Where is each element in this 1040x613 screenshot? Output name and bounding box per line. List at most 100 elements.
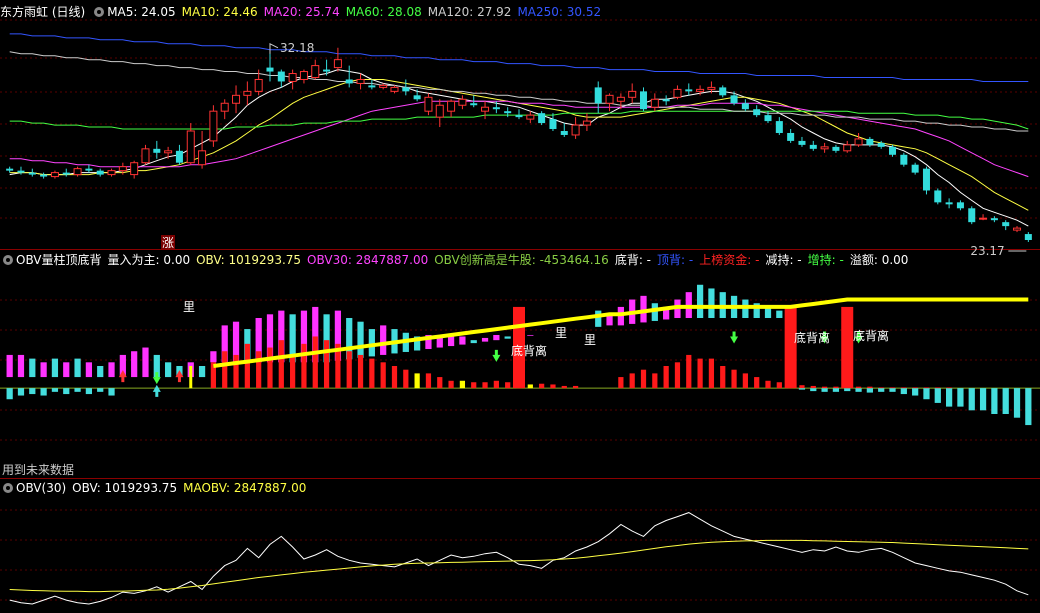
obv30-legend-item-1: MAOBV: 2847887.00 <box>183 481 307 495</box>
panel3-legend: OBV(30) OBV: 1019293.75 MAOBV: 2847887.00 <box>0 480 318 496</box>
candle-body-up <box>254 78 263 92</box>
high-price-pointer <box>269 42 279 54</box>
candle-body-up <box>379 84 388 88</box>
candle-body-down <box>85 168 93 171</box>
obv-lower-bar <box>51 388 59 392</box>
obv-volume-bar <box>720 366 726 389</box>
candle-body-up <box>673 88 682 98</box>
obv-volume-bar <box>505 382 511 389</box>
obv-volume-bar <box>323 340 330 389</box>
candle-body-up <box>582 120 591 126</box>
candle-body-up <box>299 71 308 80</box>
candle-body-down <box>911 164 919 173</box>
candle-body-down <box>368 85 376 88</box>
candle-body-down <box>470 103 478 106</box>
indicator-title[interactable]: OBV(30) <box>16 481 66 495</box>
obv-lower-bar <box>1013 388 1021 418</box>
candle-body-up <box>209 110 218 142</box>
candle-body-up <box>424 96 433 112</box>
obv-volume-bar <box>493 380 499 389</box>
candle-body-up <box>130 162 139 176</box>
annotation-label-0: 里 <box>183 300 195 314</box>
candle-body-up <box>164 150 173 154</box>
obv-volume-bar <box>233 354 239 389</box>
obv-volume-bar <box>867 386 873 389</box>
candle-body-down <box>922 168 930 191</box>
obv-upper-bar <box>165 362 172 378</box>
candle-body-up <box>311 65 320 78</box>
obv-upper-bar <box>40 362 47 378</box>
obv-legend-item-5: 顶背: - <box>657 253 694 267</box>
obv-legend-item-3: OBV创新高是牛股: -453464.16 <box>434 253 609 267</box>
obv-volume-bar <box>550 384 556 389</box>
obv-volume-bar <box>290 354 296 389</box>
obv-volume-bar <box>629 373 635 389</box>
candle-body-down <box>345 79 353 84</box>
obv-upper-bar <box>108 362 115 378</box>
candle-body-up <box>843 144 852 152</box>
obv-upper-bar <box>595 310 602 327</box>
candle-body-down <box>504 111 512 114</box>
ma-legend-item-0: MA5: 24.05 <box>107 5 176 19</box>
obv-volume-bar <box>618 377 624 389</box>
obv-upper-bar <box>210 351 217 363</box>
sell-arrow-down-icon <box>492 349 501 362</box>
obv-lower-bar <box>40 388 47 396</box>
obv-volume-bar <box>686 354 692 389</box>
future-data-note: 用到未来数据 <box>2 463 75 477</box>
obv-volume-bar <box>731 369 737 389</box>
candle-body-down <box>889 146 897 155</box>
ma-legend-item-4: MA120: 27.92 <box>427 5 512 19</box>
obv-lower-bar <box>889 388 896 392</box>
obv-upper-bar <box>504 336 511 339</box>
obv-volume-bar <box>403 369 409 389</box>
obv-lower-bar <box>832 388 840 392</box>
obv-lower-bar <box>1002 388 1009 414</box>
candle-body-down <box>685 89 693 92</box>
obv-volume-bar <box>652 373 658 389</box>
stock-chart-canvas[interactable]: 32.1823.17涨里底背离里里底背离 底背离 <box>0 0 1040 613</box>
obv-volume-bar <box>425 373 432 389</box>
obv-upper-bar <box>696 284 704 318</box>
obv-lower-bar <box>912 388 919 396</box>
obv-volume-bar <box>244 343 250 389</box>
obv-volume-bar <box>312 336 318 389</box>
settings-gear-icon[interactable] <box>3 483 13 493</box>
candle-body-down <box>730 95 738 104</box>
candle-body-up <box>186 130 195 164</box>
obv-upper-bar <box>63 362 70 378</box>
obv-legend-items: 量入为主: 0.00 OBV: 1019293.75 OBV30: 2847887.… <box>108 253 915 267</box>
candle-body-down <box>492 107 500 110</box>
obv-lower-bar <box>979 388 987 411</box>
indicator-title[interactable]: OBV量柱顶底背 <box>16 253 102 267</box>
stock-name[interactable]: 东方雨虹 (日线) <box>0 5 85 19</box>
settings-gear-icon[interactable] <box>3 255 13 265</box>
obv-upper-bar <box>142 347 149 378</box>
ma-legend-item-5: MA250: 30.52 <box>517 5 602 19</box>
ma-legend-item-2: MA20: 25.74 <box>263 5 340 19</box>
obv-legend-item-0: 量入为主: 0.00 <box>107 253 191 267</box>
candle-body-down <box>809 144 817 149</box>
maobv-line <box>9 539 1029 593</box>
obv-legend-item-8: 增持: - <box>807 253 844 267</box>
obv-lower-bar <box>1025 388 1032 426</box>
obv-upper-bar <box>368 329 375 357</box>
obv-upper-bar <box>74 358 81 378</box>
obv-volume-bar <box>833 386 839 389</box>
obv-volume-bar <box>640 369 647 389</box>
candle-body-down <box>832 146 840 151</box>
settings-gear-icon[interactable] <box>94 7 105 17</box>
candle-body-up <box>616 96 625 102</box>
obv-volume-bar <box>799 385 805 389</box>
candle-body-down <box>277 71 285 82</box>
obv30-legend-items: OBV: 1019293.75 MAOBV: 2847887.00 <box>72 481 312 495</box>
obv-volume-bar <box>471 382 477 389</box>
obv-upper-bar <box>97 366 104 378</box>
candle-body-down <box>798 140 806 145</box>
candle-body-up <box>447 100 456 112</box>
obv-volume-bar <box>878 387 884 389</box>
obv-legend-item-1: OBV: 1019293.75 <box>196 253 302 267</box>
obv-legend-item-9: 溢额: 0.00 <box>849 253 909 267</box>
obv-lower-bar <box>810 388 817 392</box>
obv-volume-bar <box>754 377 760 389</box>
